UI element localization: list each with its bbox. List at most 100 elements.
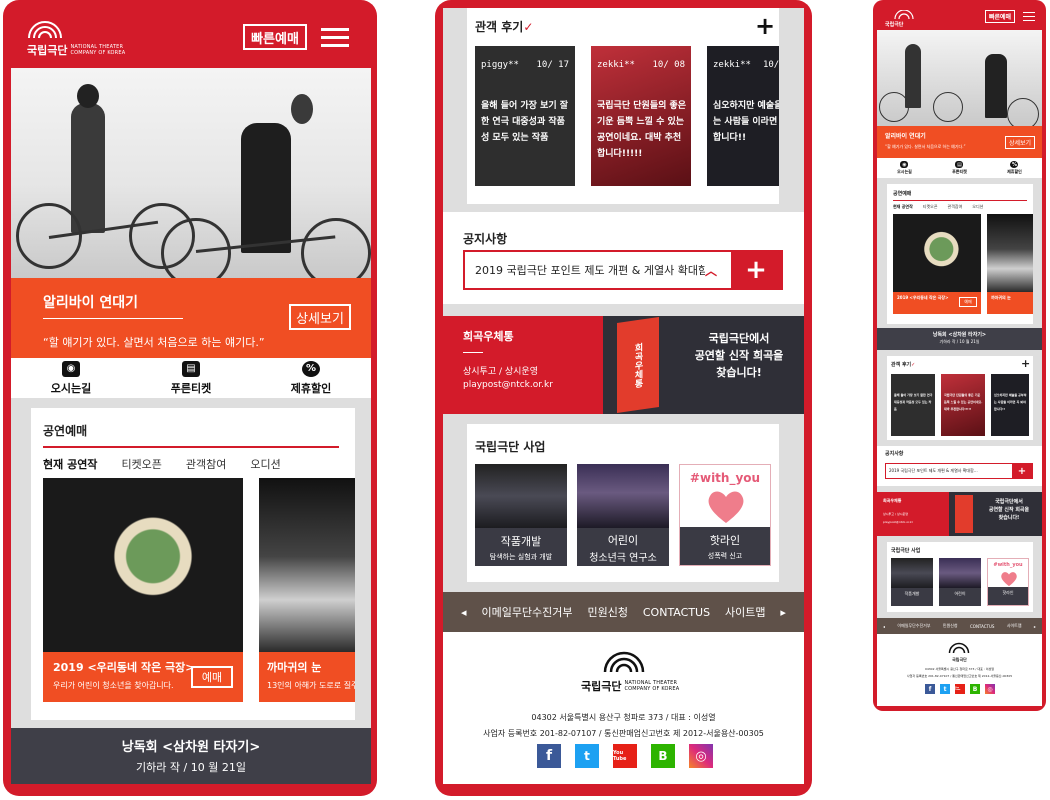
next-arrow-icon[interactable]: ▸ xyxy=(780,606,786,619)
facebook-icon[interactable]: f xyxy=(537,744,561,768)
footer-links-bar: ◂ 이메일무단수진거부 민원신청 CONTACTUS 사이트맵 ▸ xyxy=(443,592,804,632)
mailbox-illustration: 희곡우체통 xyxy=(617,317,659,413)
business-tile-1[interactable]: 작품개발 탐색하는 실험과 개발 xyxy=(475,464,567,566)
tab-participation[interactable]: 관객참여 xyxy=(186,456,226,472)
business-title-3: 핫라인 xyxy=(709,534,741,547)
plus-icon[interactable]: + xyxy=(755,12,775,40)
playbox-title: 희곡우체통 xyxy=(463,330,514,343)
business-tile-3[interactable]: #with_you 핫라인 성폭력 신고 xyxy=(679,464,771,566)
review-text-2: 국립극단 단원들의 좋은 기운 듬뿍 느낄 수 있는 공연이네요. 대박 추천합… xyxy=(597,101,687,159)
mini-ticket-icon: ▤ xyxy=(955,161,964,168)
review-text-3: 심오하지만 예술을 공부하는 사람들 이라면 꼭 봐야 합니다!! xyxy=(713,101,779,143)
social-links: f t You Tube B ◎ xyxy=(537,744,713,768)
quick-link-ticket[interactable]: ▤ 푸른티켓 xyxy=(171,360,211,396)
playbox-headline-2: 공연할 신작 희곡을 xyxy=(694,349,784,362)
mini-hero-image xyxy=(877,30,1042,130)
review-user-3: zekki** xyxy=(713,60,751,70)
instagram-icon[interactable]: ◎ xyxy=(689,744,713,768)
review-card-3[interactable]: zekki** 10/ 0 심오하지만 예술을 공부하는 사람들 이라면 꼭 봐… xyxy=(707,46,779,186)
mini-business-card: 국립극단 사업 작품개발 어린이 #with_you 핫라인 xyxy=(887,542,1033,612)
footer-link-contact[interactable]: CONTACTUS xyxy=(643,606,710,619)
footer-link-email-refuse[interactable]: 이메일무단수진거부 xyxy=(481,604,572,620)
site-footer: 국립극단 NATIONAL THEATER COMPANY OF KOREA 0… xyxy=(443,632,804,784)
footer-logo-icon xyxy=(603,651,645,673)
percent-icon: % xyxy=(301,360,320,377)
mini-poster-1[interactable]: 2019 <우리동네 작은 극장> 예매 xyxy=(893,214,981,314)
notice-title: 공지사항 xyxy=(463,232,508,246)
hamburger-icon[interactable] xyxy=(321,28,349,47)
check-icon: ✓ xyxy=(523,20,534,34)
quick-link-directions[interactable]: ◉ 오시는길 xyxy=(51,360,91,396)
mini-hero-banner: 알리바이 연대기 “할 얘기가 있다. 살면서 처음으로 하는 얘기다.” 상세… xyxy=(877,126,1042,158)
playbox-headline-3: 찾습니다! xyxy=(716,366,762,379)
mini-quick-booking-button[interactable]: 빠른예매 xyxy=(985,10,1015,23)
reading-title: 낭독회 <삼차원 타자기> xyxy=(121,740,261,755)
mini-plus-icon[interactable]: + xyxy=(1021,357,1030,370)
logo[interactable] xyxy=(25,18,63,39)
reading-banner[interactable]: 낭독회 <삼차원 타자기> 기하라 작 / 10 월 21일 xyxy=(11,728,371,784)
logo-arc-icon xyxy=(25,18,63,39)
mini-notice-card: 공지사항 2019 국립극단 포인트 제도 개편 & 게열사 확대함… + xyxy=(877,446,1042,486)
review-user-2: zekki** xyxy=(597,60,635,70)
playbox-headline-1: 국립극단에서 xyxy=(708,332,770,345)
detail-button[interactable]: 상세보기 xyxy=(289,304,351,330)
logo-ko: 국립극단 xyxy=(27,44,68,57)
business-tile-2[interactable]: 어린이 청소년극 연구소 xyxy=(577,464,669,566)
reviews-card: 관객 후기✓ + piggy** 10/ 17 올해 들어 가장 보기 잘한 연… xyxy=(467,8,779,204)
footer-address: 04302 서울특별시 용산구 청파로 373 / 대표 : 이성열 xyxy=(531,713,716,722)
mini-performances-card: 공연예매 현재 공연작 티켓오픈 관객참여 오디션 2019 <우리동네 작은 … xyxy=(887,184,1033,324)
mini-logo-icon xyxy=(894,10,914,20)
quick-booking-button[interactable]: 빠른예매 xyxy=(243,24,307,50)
poster-subtitle-2: 13인의 아해가 도로로 질주하오 xyxy=(267,681,355,690)
footer-link-sitemap[interactable]: 사이트맵 xyxy=(725,604,765,620)
performances-title: 공연예매 xyxy=(43,424,88,438)
notice-text: 2019 국립극단 포인트 제도 개편 & 게열사 확대함… xyxy=(475,264,705,277)
mini-poster-2[interactable]: 까마귀의 눈 xyxy=(987,214,1033,314)
hero-title: 알리바이 연대기 xyxy=(43,295,139,311)
youtube-icon[interactable]: You Tube xyxy=(613,744,637,768)
quick-links-bar: ◉ 오시는길 ▤ 푸른티켓 % 제휴할인 xyxy=(11,358,371,398)
blog-icon[interactable]: B xyxy=(651,744,675,768)
business-subtitle-1: 탐색하는 실험과 개발 xyxy=(489,553,553,561)
phone-mockup-home-top: 국립극단 NATIONAL THEATER COMPANY OF KOREA 빠… xyxy=(3,0,377,796)
mini-heart-icon xyxy=(1001,572,1017,587)
mini-hamburger-icon[interactable] xyxy=(1023,12,1035,21)
mini-footer: 국립극단 04302 서울특별시 용산구 청파로 373 / 대표 : 이성열 … xyxy=(877,634,1042,706)
quick-link-discount[interactable]: % 제휴할인 xyxy=(291,360,331,396)
ticket-icon: ▤ xyxy=(181,360,200,377)
phone-mockup-home-bottom: 관객 후기✓ + piggy** 10/ 17 올해 들어 가장 보기 잘한 연… xyxy=(435,0,812,796)
tab-current[interactable]: 현재 공연작 xyxy=(43,456,97,472)
business-card: 국립극단 사업 작품개발 탐색하는 실험과 개발 어린이 청소년극 연구소 #w… xyxy=(467,424,779,582)
review-card-2[interactable]: zekki** 10/ 08 국립극단 단원들의 좋은 기운 듬뿍 느낄 수 있… xyxy=(591,46,691,186)
poster-title-1: 2019 <우리동네 작은 극장> xyxy=(53,661,195,674)
screen-1: 알리바이 연대기 “할 얘기가 있다. 살면서 처음으로 하는 얘기다.” 상세… xyxy=(11,68,371,784)
book-button[interactable]: 예매 xyxy=(191,666,233,688)
tab-audition[interactable]: 오디션 xyxy=(250,456,280,472)
notice-item[interactable]: 2019 국립극단 포인트 제도 개편 & 게열사 확대함… ︿ + xyxy=(463,250,783,290)
mini-playbox-banner[interactable]: 희곡우체통 상시투고 / 상시운영 playpost@ntck.or.kr 국립… xyxy=(877,492,1042,536)
prev-arrow-icon[interactable]: ◂ xyxy=(461,606,467,619)
poster-card-2[interactable]: 까마귀의 눈 13인의 아해가 도로로 질주하오 xyxy=(259,478,355,702)
mini-detail-button[interactable]: 상세보기 xyxy=(1005,136,1035,149)
mini-reading-banner[interactable]: 낭독회 <삼차원 타자기> 기하라 작 / 10 월 21일 xyxy=(877,328,1042,350)
tab-ticket-open[interactable]: 티켓오픈 xyxy=(121,456,161,472)
hero-banner: 알리바이 연대기 “할 얘기가 있다. 살면서 처음으로 하는 얘기다.” 상세… xyxy=(11,278,371,358)
reviews-title: 관객 후기 xyxy=(475,20,524,34)
poster-card-1[interactable]: 2019 <우리동네 작은 극장> 우리가 어린이 청소년을 찾아갑니다. 예매 xyxy=(43,478,243,702)
mini-footer-links: ◂ 이메일무단수진거부 민원신청 CONTACTUS 사이트맵 ▸ xyxy=(877,618,1042,634)
hero-quote: “할 얘기가 있다. 살면서 처음으로 하는 얘기다.” xyxy=(43,336,265,349)
twitter-icon[interactable]: t xyxy=(575,744,599,768)
poster-image-2 xyxy=(259,478,355,652)
mini-quick-links: ◉ 오시는길 ▤ 푸른티켓 % 제휴할인 xyxy=(877,158,1042,178)
mini-logo-text: 국립극단 xyxy=(885,22,904,28)
notice-more-button[interactable]: + xyxy=(731,252,781,288)
footer-logo: 국립극단 NATIONAL THEATER COMPANY OF KOREA xyxy=(581,680,680,693)
review-date-1: 10/ 17 xyxy=(536,60,569,70)
review-card-1[interactable]: piggy** 10/ 17 올해 들어 가장 보기 잘한 연극 대중성과 작품… xyxy=(475,46,575,186)
mini-footer-logo-icon xyxy=(948,642,970,654)
chevron-up-icon[interactable]: ︿ xyxy=(705,262,731,279)
business-subtitle-2: 청소년극 연구소 xyxy=(589,553,657,564)
poster-image-1 xyxy=(43,478,243,652)
playbox-banner[interactable]: 희곡우체통 상시투고 / 상시운영 playpost@ntck.or.kr 희곡… xyxy=(443,316,804,414)
footer-link-civil[interactable]: 민원신청 xyxy=(587,604,627,620)
